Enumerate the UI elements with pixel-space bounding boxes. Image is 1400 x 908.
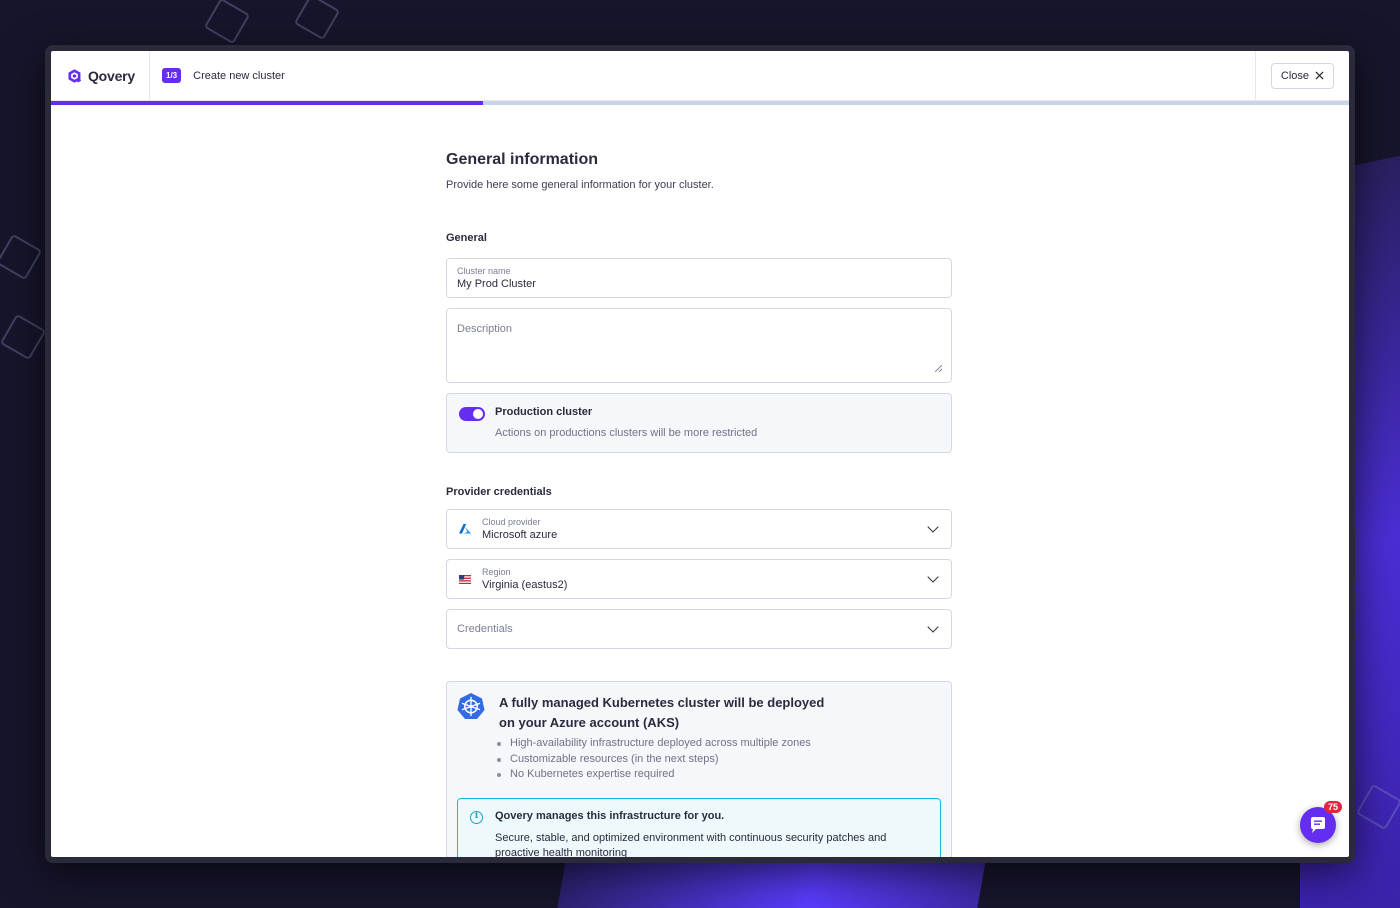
step-indicator: 1/3 Create new cluster xyxy=(150,68,285,83)
production-cluster-title: Production cluster xyxy=(495,406,593,418)
production-cluster-description: Actions on productions clusters will be … xyxy=(495,427,758,439)
general-information-form: General information Provide here some ge… xyxy=(446,151,952,857)
notice-title: Qovery manages this infrastructure for y… xyxy=(495,809,725,822)
close-button-label: Close xyxy=(1280,69,1309,82)
cluster-name-value: My Prod Cluster xyxy=(457,278,536,290)
region-label: Region xyxy=(482,567,511,577)
cluster-name-label: Cluster name xyxy=(457,266,511,276)
background-hexagon xyxy=(293,0,341,41)
brand-name: Qovery xyxy=(87,67,135,84)
create-cluster-window: Qovery 1/3 Create new cluster Close Gene… xyxy=(45,45,1355,863)
list-item: High-availability infrastructure deploye… xyxy=(497,736,941,752)
background-hexagon xyxy=(0,233,43,281)
chevron-down-icon xyxy=(927,571,939,583)
chat-support-button[interactable]: 75 xyxy=(1300,801,1342,843)
modal-panel: Qovery 1/3 Create new cluster Close Gene… xyxy=(51,51,1349,857)
cloud-provider-label: Cloud provider xyxy=(482,517,541,527)
chevron-down-icon xyxy=(927,521,939,533)
description-placeholder: Description xyxy=(457,323,513,335)
section-title-provider-credentials: Provider credentials xyxy=(446,486,552,498)
region-select[interactable]: Region Virginia (eastus2) xyxy=(446,559,952,599)
region-value: Virginia (eastus2) xyxy=(482,579,568,591)
credentials-select[interactable]: Credentials xyxy=(446,609,952,649)
production-cluster-toggle[interactable] xyxy=(459,407,485,421)
feature-list: High-availability infrastructure deploye… xyxy=(487,736,941,783)
close-icon xyxy=(1315,71,1324,80)
background-hexagon xyxy=(0,313,47,361)
description-field[interactable]: Description xyxy=(446,308,952,383)
header-actions: Close xyxy=(1254,51,1349,100)
azure-icon xyxy=(457,524,472,534)
cluster-name-field[interactable]: Cluster name My Prod Cluster xyxy=(446,258,952,298)
production-cluster-option: Production cluster Actions on production… xyxy=(446,393,952,453)
step-badge: 1/3 xyxy=(162,68,182,83)
chat-icon xyxy=(1311,817,1325,833)
qovery-logo-icon xyxy=(68,68,82,83)
page-subtitle: Provide here some general information fo… xyxy=(446,179,714,191)
info-title-line1: A fully managed Kubernetes cluster will … xyxy=(499,695,825,710)
step-title: Create new cluster xyxy=(193,69,285,82)
brand: Qovery xyxy=(51,51,150,100)
managed-kubernetes-info-card: A fully managed Kubernetes cluster will … xyxy=(446,681,952,857)
managed-infrastructure-notice: Qovery manages this infrastructure for y… xyxy=(457,797,941,858)
modal-header: Qovery 1/3 Create new cluster Close xyxy=(51,51,1349,101)
cloud-provider-value: Microsoft azure xyxy=(482,529,558,541)
page-title: General information xyxy=(446,151,599,168)
us-flag-icon xyxy=(457,574,472,584)
step-progress-bar xyxy=(51,101,1349,105)
list-item: Customizable resources (in the next step… xyxy=(497,752,941,768)
resize-handle-icon[interactable] xyxy=(935,365,942,372)
info-icon xyxy=(470,810,483,824)
chevron-down-icon xyxy=(927,621,939,633)
list-item: No Kubernetes expertise required xyxy=(497,767,941,783)
toggle-knob xyxy=(473,409,483,419)
notice-text: Secure, stable, and optimized environmen… xyxy=(495,831,887,858)
notification-count-badge: 75 xyxy=(1323,801,1342,813)
section-title-general: General xyxy=(446,232,487,244)
info-title-line2: on your Azure account (AKS) xyxy=(499,715,680,730)
credentials-placeholder: Credentials xyxy=(457,623,513,635)
kubernetes-icon xyxy=(457,693,485,719)
background-hexagon xyxy=(203,0,251,45)
step-progress-fill xyxy=(51,101,484,105)
close-button[interactable]: Close xyxy=(1270,62,1334,89)
cloud-provider-select[interactable]: Cloud provider Microsoft azure xyxy=(446,509,952,549)
